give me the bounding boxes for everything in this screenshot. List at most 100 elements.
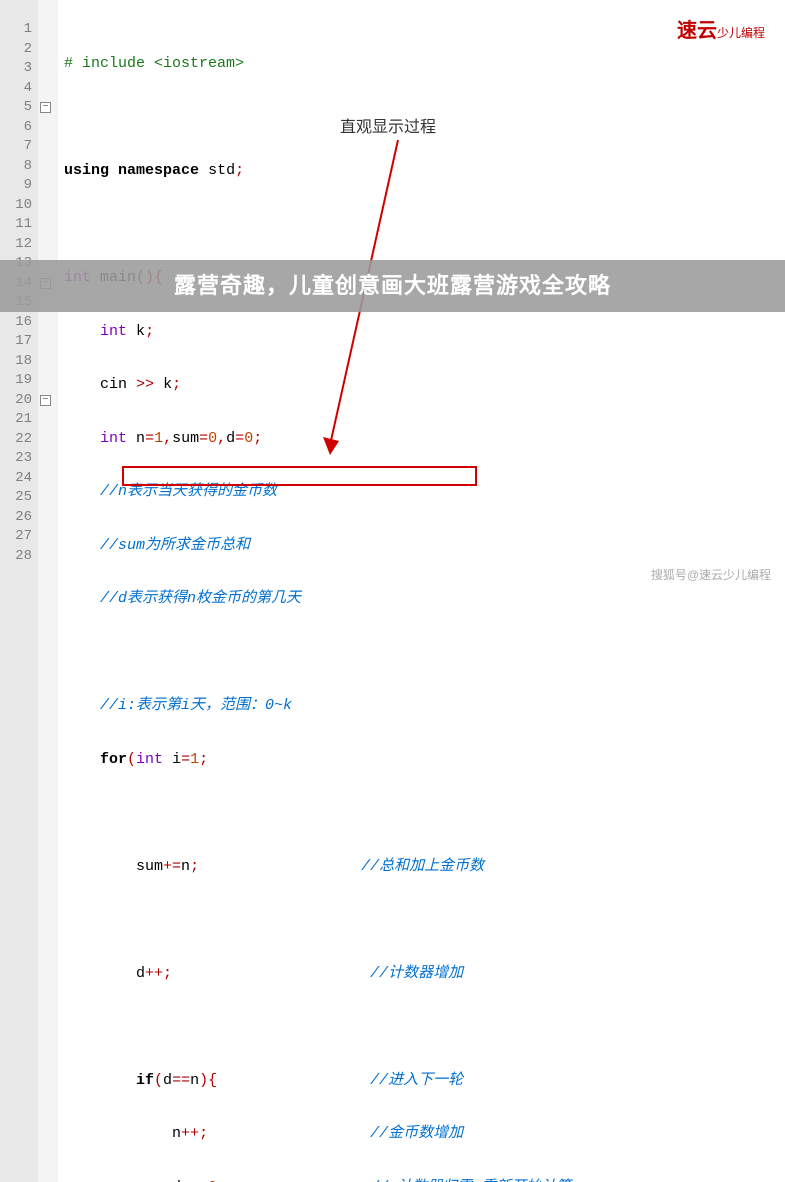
comment: //d表示获得n枚金币的第几天 xyxy=(100,590,301,607)
line-number: 11 xyxy=(0,215,38,235)
operator: += xyxy=(163,858,181,875)
number: 1 xyxy=(154,430,163,447)
comment: //i:表示第i天，范围：0~k xyxy=(100,697,292,714)
line-number: 18 xyxy=(0,352,38,372)
identifier: d xyxy=(172,1179,181,1182)
identifier: n xyxy=(136,430,145,447)
comma: , xyxy=(217,430,226,447)
semicolon: ; xyxy=(145,323,154,340)
preprocessor: # include xyxy=(64,55,154,72)
paren: ( xyxy=(127,751,136,768)
operator: = xyxy=(235,430,244,447)
keyword-for: for xyxy=(100,751,127,768)
semicolon: ; xyxy=(172,376,181,393)
line-number: 3 xyxy=(0,59,38,79)
semicolon: ; xyxy=(163,965,172,982)
line-number: 2 xyxy=(0,40,38,60)
fold-column: − − − xyxy=(38,0,58,1182)
line-number-gutter: 1 2 3 4 5 6 7 8 9 10 11 12 13 14 15 16 1… xyxy=(0,0,38,1182)
comment: //总和加上金币数 xyxy=(361,858,484,875)
comment: //sum为所求金币总和 xyxy=(100,537,250,554)
line-number: 12 xyxy=(0,235,38,255)
line-number: 25 xyxy=(0,488,38,508)
line-number: 27 xyxy=(0,527,38,547)
fold-toggle-icon[interactable]: − xyxy=(40,395,51,406)
keyword-int: int xyxy=(100,430,127,447)
identifier: sum xyxy=(136,858,163,875)
identifier: n xyxy=(172,1125,181,1142)
code-area[interactable]: # include <iostream> using namespace std… xyxy=(58,0,571,1182)
annotation-label: 直观显示过程 xyxy=(340,113,436,137)
line-number: 22 xyxy=(0,430,38,450)
line-number: 19 xyxy=(0,371,38,391)
identifier: sum xyxy=(172,430,199,447)
line-number: 1 xyxy=(0,20,38,40)
semicolon: ; xyxy=(253,430,262,447)
line-number: 17 xyxy=(0,332,38,352)
line-number: 6 xyxy=(0,118,38,138)
comment: //金币数增加 xyxy=(370,1125,463,1142)
watermark: 搜狐号@速云少儿编程 xyxy=(651,566,771,583)
paren: ( xyxy=(154,1072,163,1089)
identifier: k xyxy=(163,376,172,393)
line-number: 21 xyxy=(0,410,38,430)
line-number: 9 xyxy=(0,176,38,196)
brand-logo: 速云少儿编程 xyxy=(677,14,765,43)
identifier: d xyxy=(163,1072,172,1089)
brand-sub: 少儿编程 xyxy=(717,26,765,40)
semicolon: ; xyxy=(235,162,244,179)
code-highlight-box xyxy=(122,466,477,486)
operator: ++ xyxy=(181,1125,199,1142)
identifier: d xyxy=(136,965,145,982)
operator: >> xyxy=(136,376,154,393)
line-number: 7 xyxy=(0,137,38,157)
code-editor: 1 2 3 4 5 6 7 8 9 10 11 12 13 14 15 16 1… xyxy=(0,0,785,1182)
operator: = xyxy=(145,430,154,447)
identifier: k xyxy=(136,323,145,340)
number: 0 xyxy=(208,1179,217,1182)
paren: ) xyxy=(199,1072,208,1089)
brand-main: 速云 xyxy=(677,20,717,42)
comma: , xyxy=(163,430,172,447)
identifier: std xyxy=(208,162,235,179)
line-number: 4 xyxy=(0,79,38,99)
line-number: 23 xyxy=(0,449,38,469)
line-number: 26 xyxy=(0,508,38,528)
brace: { xyxy=(208,1072,217,1089)
number: 0 xyxy=(244,430,253,447)
identifier: n xyxy=(181,858,190,875)
line-number: 10 xyxy=(0,196,38,216)
line-number: 20 xyxy=(0,391,38,411)
semicolon: ; xyxy=(199,751,208,768)
line-number: 28 xyxy=(0,547,38,567)
comment: // 计数器归零 重新开始计算 xyxy=(370,1179,571,1182)
keyword-if: if xyxy=(136,1072,154,1089)
line-number: 5 xyxy=(0,98,38,118)
identifier: d xyxy=(226,430,235,447)
line-number: 24 xyxy=(0,469,38,489)
operator: == xyxy=(172,1072,190,1089)
identifier: cin xyxy=(100,376,127,393)
comment: //计数器增加 xyxy=(370,965,463,982)
fold-toggle-icon[interactable]: − xyxy=(40,102,51,113)
keyword-int: int xyxy=(100,323,127,340)
operator: = xyxy=(190,1179,199,1182)
identifier: i xyxy=(172,751,181,768)
semicolon: ; xyxy=(190,858,199,875)
number: 0 xyxy=(208,430,217,447)
keyword-namespace: namespace xyxy=(118,162,199,179)
keyword-using: using xyxy=(64,162,109,179)
operator: = xyxy=(199,430,208,447)
line-number: 16 xyxy=(0,313,38,333)
include-lib: <iostream> xyxy=(154,55,244,72)
semicolon: ; xyxy=(217,1179,226,1182)
keyword-int: int xyxy=(136,751,163,768)
comment: //进入下一轮 xyxy=(370,1072,463,1089)
number: 1 xyxy=(190,751,199,768)
line-number: 8 xyxy=(0,157,38,177)
operator: = xyxy=(181,751,190,768)
identifier: n xyxy=(190,1072,199,1089)
overlay-banner: 露营奇趣，儿童创意画大班露营游戏全攻略 xyxy=(0,260,785,312)
semicolon: ; xyxy=(199,1125,208,1142)
operator: ++ xyxy=(145,965,163,982)
